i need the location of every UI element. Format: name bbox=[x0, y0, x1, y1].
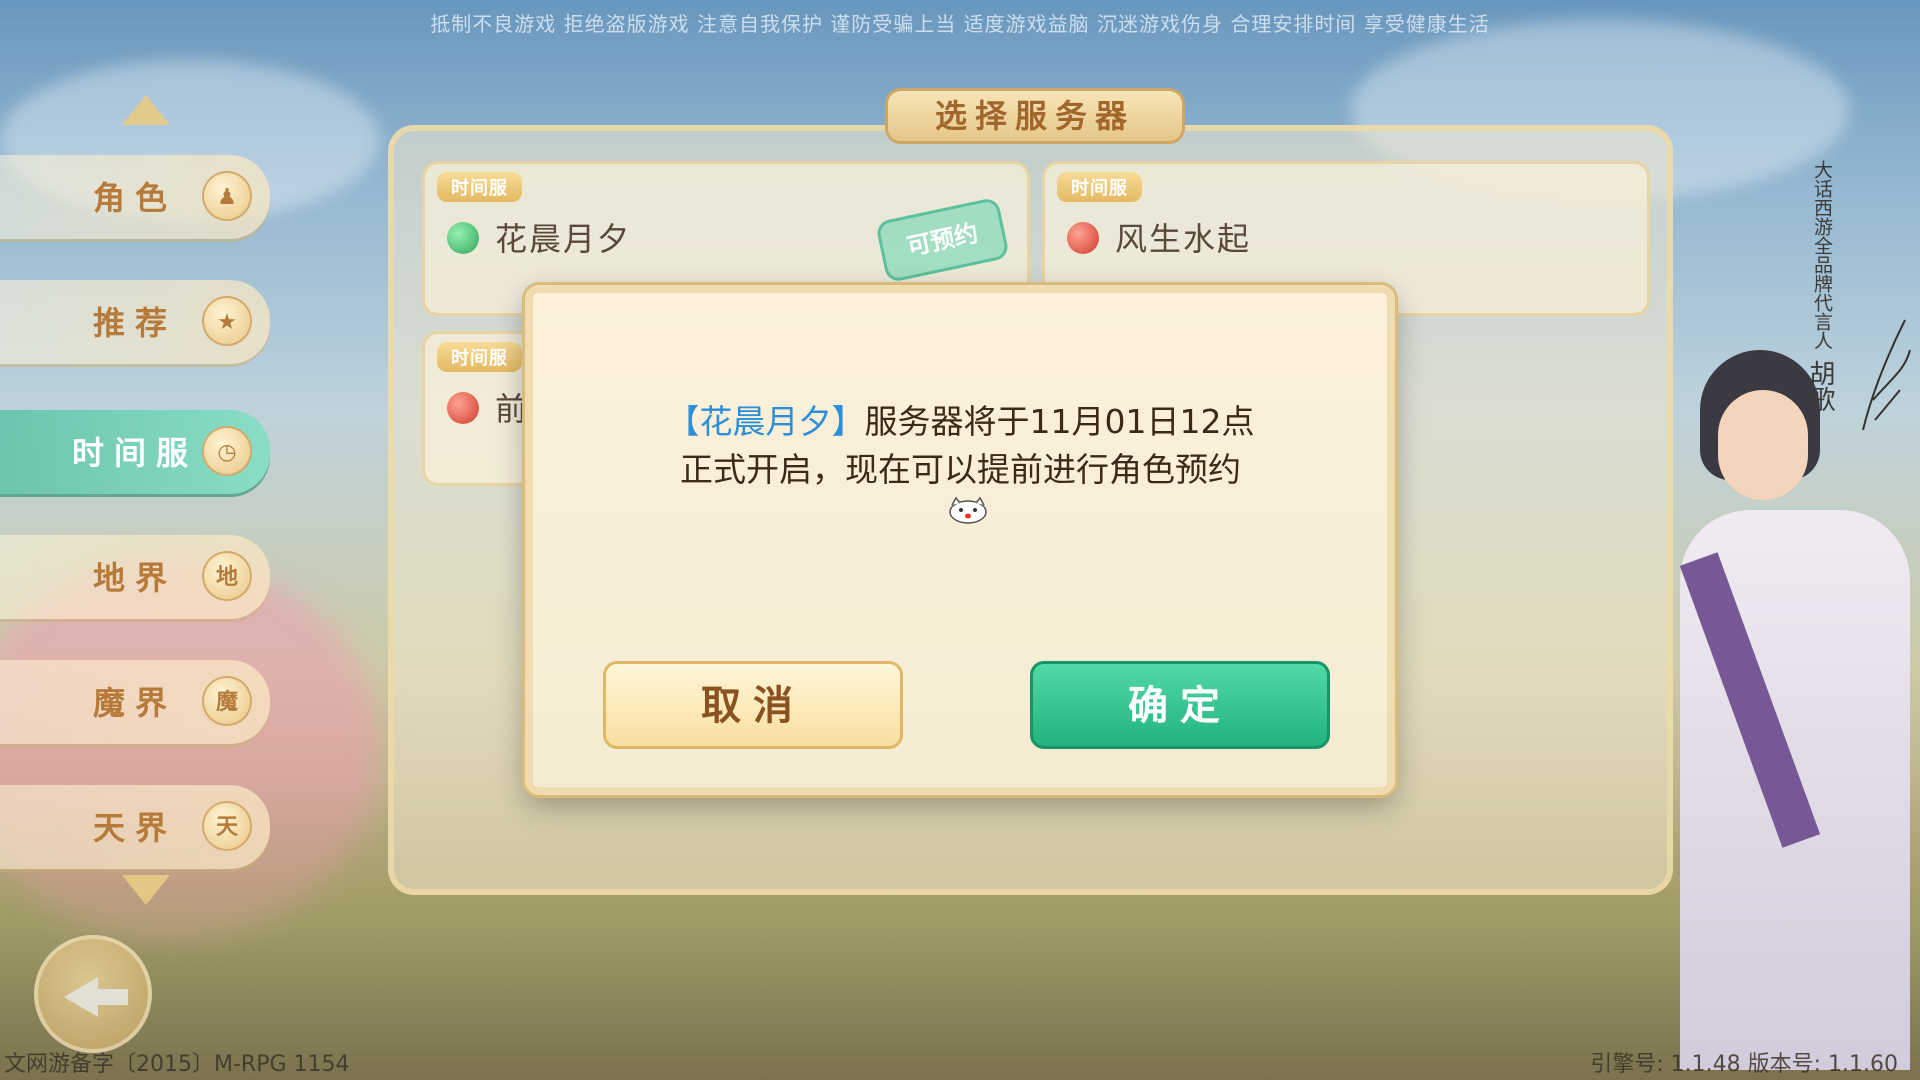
server-highlight: 【花晨月夕】 bbox=[666, 402, 865, 441]
license-number: 文网游备字〔2015〕M-RPG 1154 bbox=[4, 1052, 350, 1077]
reservation-dialog: 【花晨月夕】服务器将于11月01日12点 正式开启，现在可以提前进行角色预约 取… bbox=[525, 285, 1395, 795]
version-info: 引擎号: 1.1.48 版本号: 1.1.60 bbox=[1590, 1052, 1898, 1077]
message-line1: 服务器将于11月01日12点 bbox=[864, 402, 1255, 441]
dialog-message: 【花晨月夕】服务器将于11月01日12点 正式开启，现在可以提前进行角色预约 bbox=[593, 398, 1328, 494]
message-line2: 正式开启，现在可以提前进行角色预约 bbox=[680, 450, 1241, 489]
cancel-button[interactable]: 取消 bbox=[603, 661, 903, 749]
cat-emoji-icon bbox=[949, 496, 987, 524]
confirm-button[interactable]: 确定 bbox=[1030, 661, 1330, 749]
